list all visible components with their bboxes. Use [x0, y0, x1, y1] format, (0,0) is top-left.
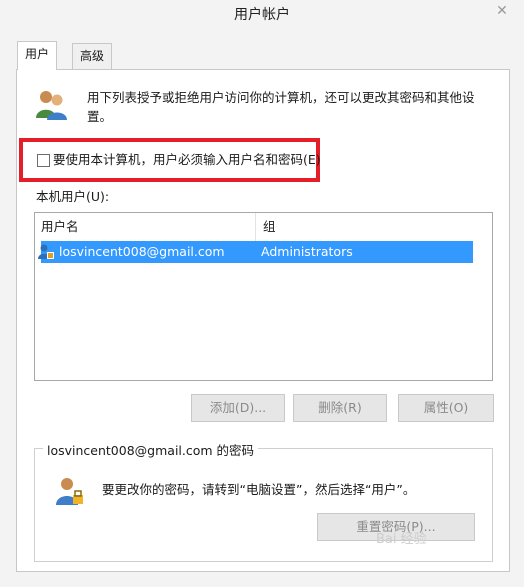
users-list-label: 本机用户(U): — [36, 189, 110, 204]
users-list[interactable]: 用户名 组 losvincent008@gmail.com Administra… — [34, 212, 493, 381]
column-header-username[interactable]: 用户名 — [35, 216, 79, 238]
row-group: Administrators — [261, 244, 353, 259]
tab-users[interactable]: 用户 — [17, 41, 58, 70]
column-header-group[interactable]: 组 — [257, 216, 276, 238]
watermark: Bai 经验 — [376, 532, 427, 547]
require-login-checkbox[interactable] — [37, 154, 50, 167]
row-username: losvincent008@gmail.com — [59, 244, 225, 259]
properties-button[interactable]: 属性(O) — [398, 394, 494, 422]
remove-button[interactable]: 删除(R) — [293, 394, 387, 422]
user-password-icon — [56, 478, 83, 505]
user-icon — [38, 244, 54, 259]
window-title: 用户帐户 — [234, 7, 290, 23]
password-instructions: 要更改你的密码，请转到“电脑设置”，然后选择“用户”。 — [102, 482, 416, 497]
users-tab-panel: 用下列表授予或拒绝用户访问你的计算机，还可以更改其密码和其他设置。 要使用本计算… — [16, 69, 510, 572]
table-row[interactable]: losvincent008@gmail.com Administrators — [38, 241, 473, 263]
password-group-legend: losvincent008@gmail.com 的密码 — [43, 440, 259, 459]
tab-advanced[interactable]: 高级 — [72, 43, 113, 69]
users-icon — [36, 91, 67, 120]
intro-text: 用下列表授予或拒绝用户访问你的计算机，还可以更改其密码和其他设置。 — [87, 90, 475, 124]
column-separator[interactable] — [255, 213, 256, 241]
title-bar: 用户帐户 ✕ — [0, 0, 524, 30]
require-login-label[interactable]: 要使用本计算机，用户必须输入用户名和密码(E) — [53, 150, 321, 170]
add-button[interactable]: 添加(D)... — [191, 394, 285, 422]
close-button[interactable]: ✕ — [486, 0, 518, 22]
